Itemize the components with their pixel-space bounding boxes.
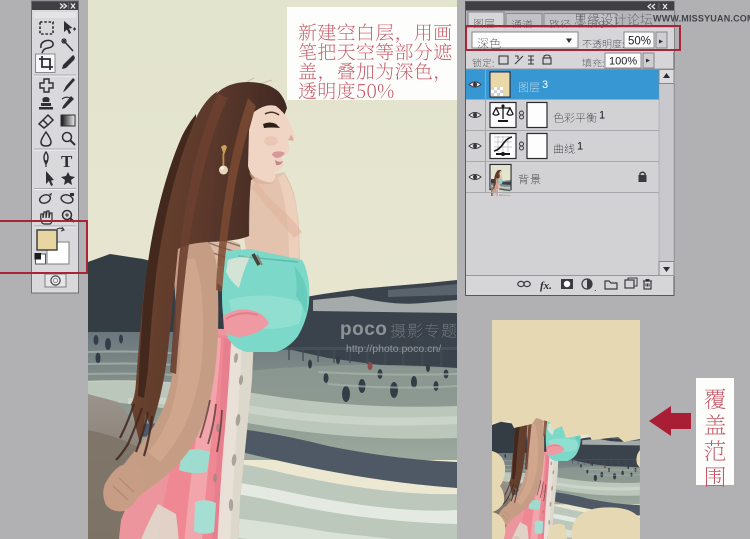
svg-text:1: 1: [599, 110, 605, 122]
svg-text:3: 3: [542, 79, 548, 91]
svg-text:WWW.MISSYUAN.COM: WWW.MISSYUAN.COM: [653, 14, 750, 24]
svg-text:1: 1: [577, 141, 583, 153]
svg-text:.: .: [594, 283, 597, 293]
svg-text:T: T: [61, 152, 73, 171]
svg-text:fx.: fx.: [540, 280, 552, 292]
svg-text:http://photo.poco.cn/: http://photo.poco.cn/: [346, 343, 441, 355]
svg-text:poco: poco: [340, 319, 387, 340]
svg-text:100%: 100%: [609, 56, 637, 68]
